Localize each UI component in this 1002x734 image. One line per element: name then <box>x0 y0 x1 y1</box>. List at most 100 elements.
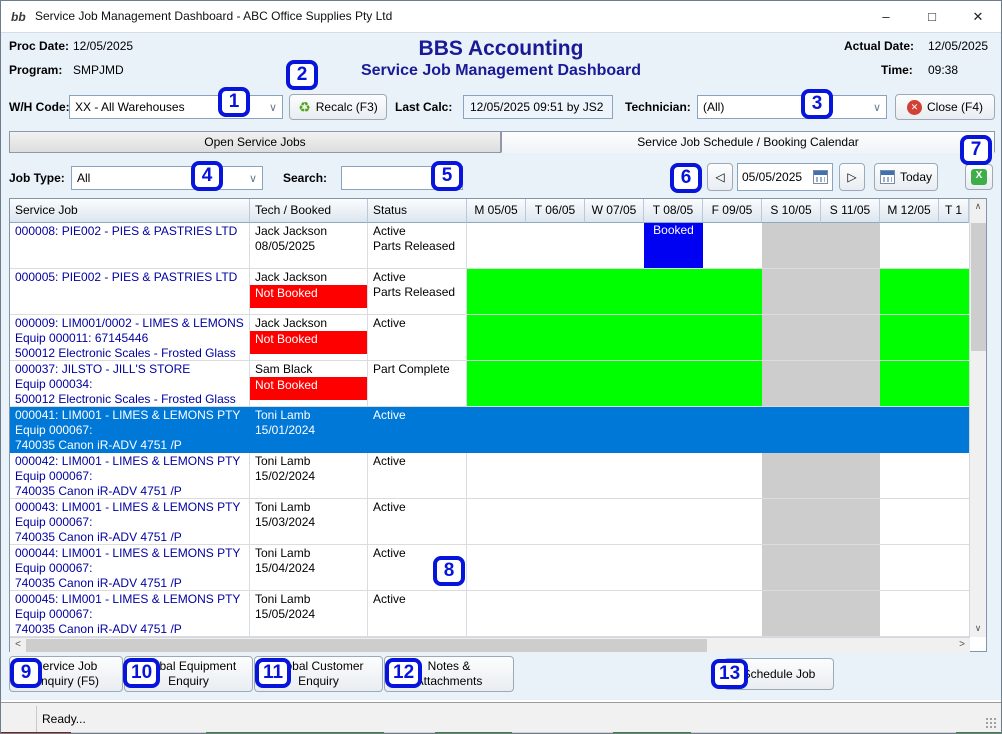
calendar-cell[interactable] <box>526 591 585 637</box>
calendar-cell-available[interactable] <box>644 269 703 315</box>
calendar-cell-available[interactable] <box>703 315 762 361</box>
calendar-cell-available[interactable] <box>467 269 526 315</box>
calendar-cell[interactable] <box>644 453 703 499</box>
calendar-cell-booked[interactable]: Booked <box>644 223 703 269</box>
calendar-cell-weekend[interactable] <box>821 545 880 591</box>
close-f4-button[interactable]: ✕ Close (F4) <box>895 94 995 120</box>
close-window-button[interactable]: ✕ <box>955 1 1001 33</box>
calendar-cell-available[interactable] <box>585 315 644 361</box>
calendar-cell-weekend[interactable] <box>821 269 880 315</box>
scroll-left-icon[interactable]: < <box>10 638 26 653</box>
calendar-cell-weekend[interactable] <box>821 499 880 545</box>
calendar-cell-weekend[interactable] <box>762 453 821 499</box>
calendar-cell-weekend[interactable] <box>762 591 821 637</box>
calendar-cell-weekend[interactable] <box>762 315 821 361</box>
calendar-cell[interactable] <box>467 499 526 545</box>
next-day-button[interactable]: ▷ <box>839 163 865 191</box>
calendar-cell[interactable] <box>703 499 762 545</box>
calendar-cell[interactable] <box>703 453 762 499</box>
calendar-cell[interactable] <box>939 407 969 453</box>
calendar-cell[interactable] <box>644 499 703 545</box>
calendar-cell-available[interactable] <box>644 361 703 407</box>
calendar-cell[interactable] <box>585 223 644 269</box>
calendar-cell[interactable] <box>526 453 585 499</box>
calendar-cell[interactable] <box>880 407 939 453</box>
calendar-cell-weekend[interactable] <box>762 499 821 545</box>
tab-schedule-booking-calendar[interactable]: Service Job Schedule / Booking Calendar <box>501 131 995 153</box>
tab-open-service-jobs[interactable]: Open Service Jobs <box>9 131 501 153</box>
calendar-cell[interactable] <box>526 545 585 591</box>
resize-grip[interactable] <box>985 717 997 729</box>
table-row[interactable]: 000042: LIM001 - LIMES & LEMONS PTYEquip… <box>10 453 969 499</box>
calendar-cell[interactable] <box>585 499 644 545</box>
calendar-picker-icon[interactable] <box>813 170 828 184</box>
today-button[interactable]: Today <box>874 163 938 191</box>
scroll-up-icon[interactable]: ∧ <box>970 199 986 215</box>
calendar-cell-weekend[interactable] <box>762 361 821 407</box>
calendar-cell[interactable] <box>644 545 703 591</box>
calendar-cell[interactable] <box>703 591 762 637</box>
scroll-right-icon[interactable]: > <box>954 638 970 653</box>
col-header-day[interactable]: T 08/05 <box>644 199 703 223</box>
calendar-cell-weekend[interactable] <box>821 407 880 453</box>
col-header-day[interactable]: S 10/05 <box>762 199 821 223</box>
calendar-cell-available[interactable] <box>703 269 762 315</box>
horizontal-scrollbar[interactable]: < > <box>10 637 970 653</box>
export-excel-button[interactable] <box>965 164 993 190</box>
calendar-cell-available[interactable] <box>467 315 526 361</box>
calendar-cell[interactable] <box>939 223 969 269</box>
recalc-button[interactable]: ♻ Recalc (F3) <box>289 94 387 120</box>
table-row[interactable]: 000009: LIM001/0002 - LIMES & LEMONSEqui… <box>10 315 969 361</box>
calendar-cell[interactable] <box>467 591 526 637</box>
col-header-day[interactable]: M 12/05 <box>880 199 939 223</box>
calendar-cell[interactable] <box>939 453 969 499</box>
calendar-cell-weekend[interactable] <box>821 315 880 361</box>
vertical-scrollbar[interactable]: ∧ ∨ <box>969 199 986 637</box>
calendar-cell-weekend[interactable] <box>821 223 880 269</box>
calendar-cell-available[interactable] <box>939 361 969 407</box>
vertical-scrollbar-thumb[interactable] <box>971 223 986 351</box>
calendar-cell-available[interactable] <box>880 361 939 407</box>
col-header-day[interactable]: W 07/05 <box>585 199 644 223</box>
calendar-cell[interactable] <box>585 407 644 453</box>
minimize-button[interactable]: – <box>863 1 909 33</box>
calendar-cell[interactable] <box>526 407 585 453</box>
table-row[interactable]: 000005: PIE002 - PIES & PASTRIES LTD Jac… <box>10 269 969 315</box>
table-row-selected[interactable]: 000041: LIM001 - LIMES & LEMONS PTYEquip… <box>10 407 969 453</box>
calendar-cell[interactable] <box>703 223 762 269</box>
col-header-day[interactable]: M 05/05 <box>467 199 526 223</box>
col-header-tech-booked[interactable]: Tech / Booked <box>250 199 368 223</box>
col-header-day-partial[interactable]: T 1 <box>939 199 969 223</box>
table-row[interactable]: 000045: LIM001 - LIMES & LEMONS PTYEquip… <box>10 591 969 637</box>
calendar-cell-available[interactable] <box>526 269 585 315</box>
calendar-cell-available[interactable] <box>880 315 939 361</box>
technician-dropdown[interactable]: (All) ∨ <box>697 95 887 119</box>
calendar-cell[interactable] <box>703 545 762 591</box>
calendar-cell-weekend[interactable] <box>762 545 821 591</box>
calendar-cell-available[interactable] <box>526 315 585 361</box>
calendar-cell-weekend[interactable] <box>762 223 821 269</box>
calendar-cell[interactable] <box>880 453 939 499</box>
col-header-day[interactable]: T 06/05 <box>526 199 585 223</box>
job-type-dropdown[interactable]: All ∨ <box>71 166 263 190</box>
calendar-cell[interactable] <box>585 591 644 637</box>
scroll-down-icon[interactable]: ∨ <box>970 621 986 637</box>
calendar-cell[interactable] <box>467 223 526 269</box>
calendar-cell[interactable] <box>880 223 939 269</box>
calendar-cell[interactable] <box>880 545 939 591</box>
calendar-cell-available[interactable] <box>939 269 969 315</box>
calendar-cell[interactable] <box>939 591 969 637</box>
col-header-day[interactable]: F 09/05 <box>703 199 762 223</box>
calendar-cell[interactable] <box>644 407 703 453</box>
table-row[interactable]: 000044: LIM001 - LIMES & LEMONS PTYEquip… <box>10 545 969 591</box>
calendar-date-field[interactable]: 05/05/2025 <box>737 163 833 191</box>
calendar-cell-available[interactable] <box>585 269 644 315</box>
calendar-cell-available[interactable] <box>467 361 526 407</box>
calendar-cell-available[interactable] <box>585 361 644 407</box>
calendar-cell-weekend[interactable] <box>762 269 821 315</box>
calendar-cell[interactable] <box>526 499 585 545</box>
calendar-cell[interactable] <box>585 545 644 591</box>
calendar-cell-available[interactable] <box>939 315 969 361</box>
table-row[interactable]: 000008: PIE002 - PIES & PASTRIES LTD Jac… <box>10 223 969 269</box>
calendar-cell[interactable] <box>703 407 762 453</box>
